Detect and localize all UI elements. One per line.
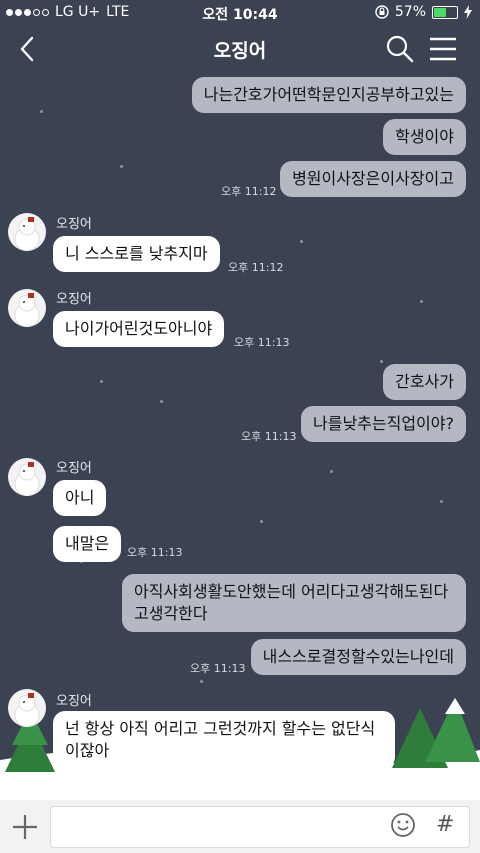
avatar[interactable]: [8, 289, 46, 327]
menu-icon[interactable]: [428, 36, 458, 62]
chat-header: 오징어: [0, 24, 480, 74]
status-right: 57%: [375, 4, 472, 20]
message-bubble-sent[interactable]: 병원이사장은이사장이고: [280, 161, 466, 197]
hash-search-button[interactable]: #: [436, 812, 458, 838]
message-time: 오후 11:13: [241, 430, 297, 443]
message-bubble-sent[interactable]: 학생이야: [383, 119, 466, 155]
message-bubble-sent[interactable]: 나는간호가어떤학문인지공부하고있는: [191, 77, 466, 113]
avatar[interactable]: [8, 689, 46, 727]
message-time: 오후 11:13: [234, 336, 290, 349]
snowman-avatar-icon: [14, 217, 40, 251]
search-icon[interactable]: [385, 34, 415, 64]
emoticon-icon[interactable]: [390, 812, 416, 838]
status-bar: LG U+ LTE 오전 10:44 57%: [0, 0, 480, 24]
avatar[interactable]: [8, 213, 46, 251]
avatar[interactable]: [8, 458, 46, 496]
sender-name: 오징어: [56, 292, 92, 307]
message-bubble-sent[interactable]: 내스스로결정할수있는나인데: [250, 639, 466, 675]
message-bubble-received[interactable]: 넌 항상 아직 어리고 그런것까지 할수는 없단식이잖아: [53, 711, 395, 769]
charging-icon: [464, 5, 472, 19]
sender-name: 오징어: [56, 461, 92, 476]
message-bubble-sent[interactable]: 간호사가: [383, 364, 466, 400]
battery-icon: [432, 5, 458, 19]
message-time: 오후 11:13: [127, 546, 183, 559]
message-time: 오후 11:12: [228, 261, 284, 274]
plus-icon[interactable]: [10, 812, 40, 842]
message-time: 오후 11:12: [221, 185, 277, 198]
battery-percent: 57%: [394, 4, 426, 20]
message-bubble-received[interactable]: 내말은: [53, 526, 122, 562]
sender-name: 오징어: [56, 217, 92, 232]
orientation-lock-icon: [375, 5, 389, 19]
snowman-avatar-icon: [14, 293, 40, 327]
message-bubble-sent[interactable]: 나를낮추는직업이야?: [301, 406, 466, 442]
snowman-avatar-icon: [14, 693, 40, 727]
message-bubble-received[interactable]: 아니: [53, 480, 107, 516]
sender-name: 오징어: [56, 694, 92, 709]
snowman-avatar-icon: [14, 462, 40, 496]
message-bubble-received[interactable]: 니 스스로를 낮추지마: [53, 236, 220, 272]
message-bubble-sent[interactable]: 아직사회생활도안했는데 어리다고생각해도된다고생각한다: [122, 574, 466, 632]
message-bubble-received[interactable]: 나이가어린것도아니야: [53, 311, 225, 347]
message-time: 오후 11:13: [190, 662, 246, 675]
